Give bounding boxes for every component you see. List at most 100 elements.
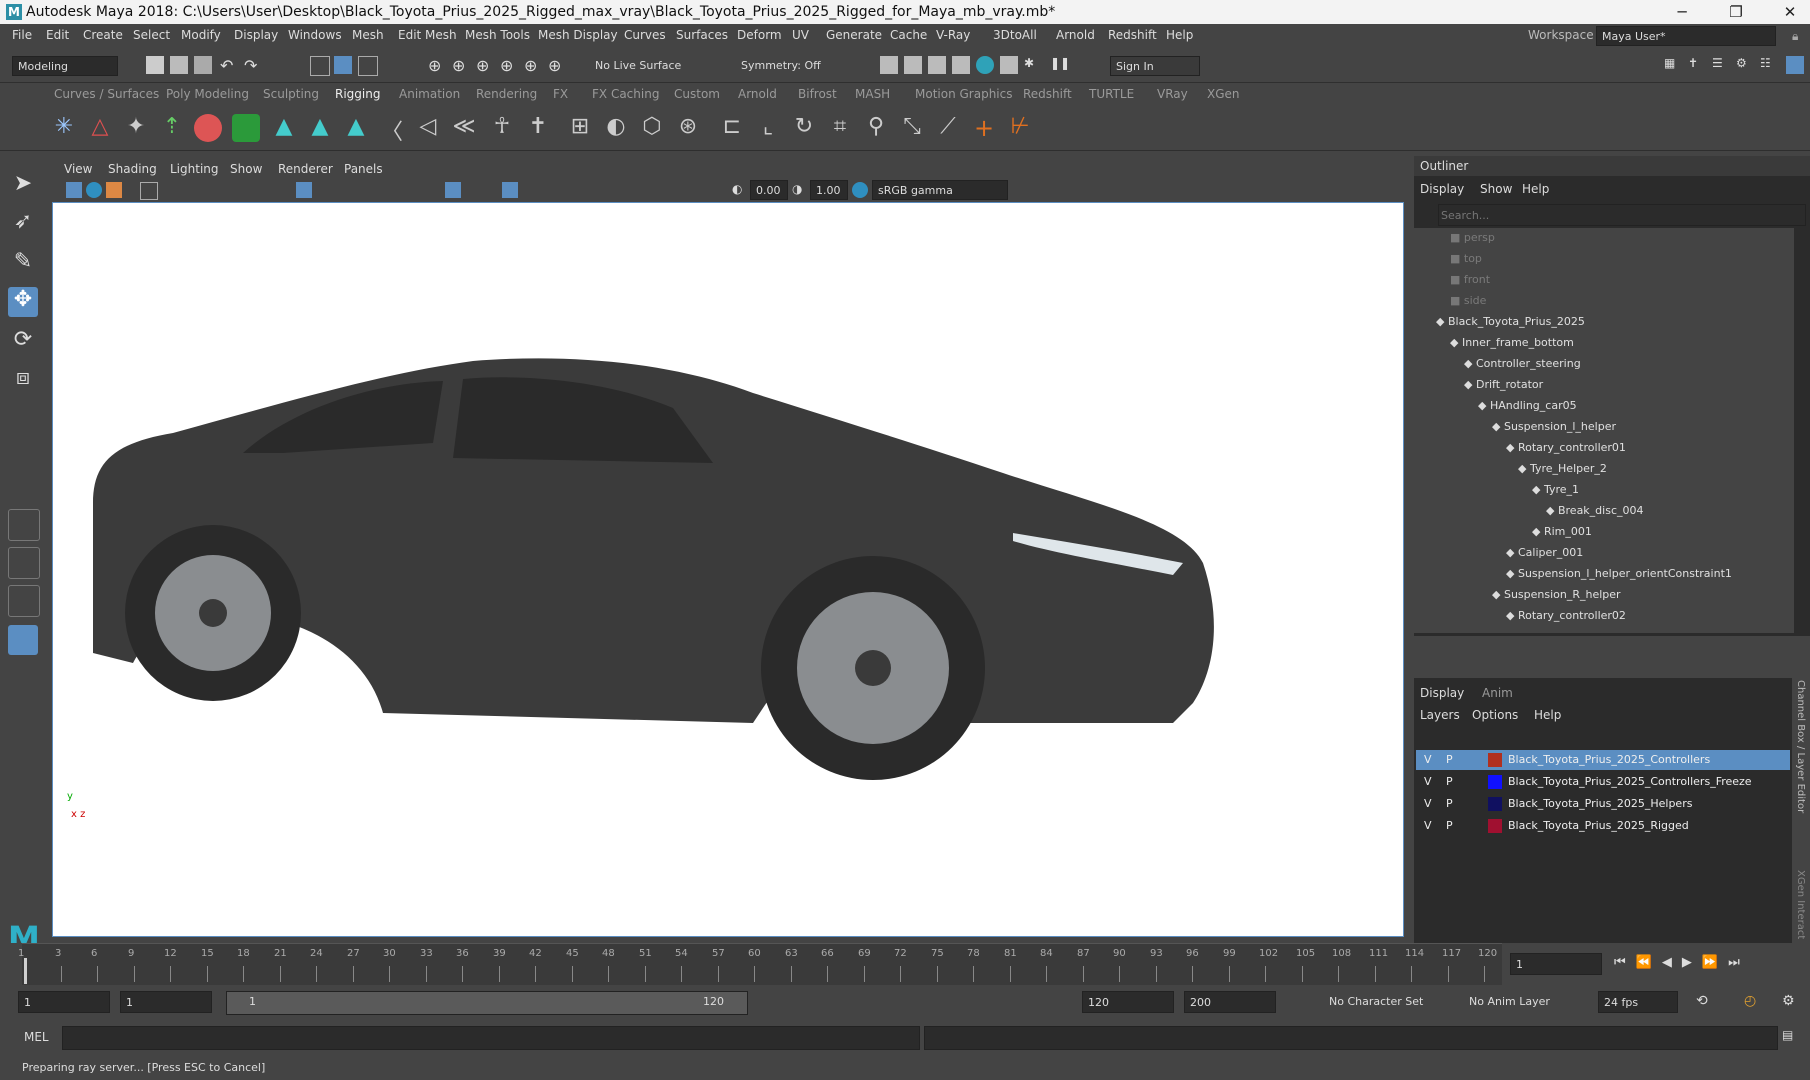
menu-mesh-display[interactable]: Mesh Display xyxy=(538,28,618,42)
outliner-item[interactable]: ◆ Caliper_001 xyxy=(1506,543,1583,563)
shelf-tab-xgen[interactable]: XGen xyxy=(1207,87,1240,101)
open-scene-icon[interactable] xyxy=(170,56,188,74)
outliner-item[interactable]: ◆ Tyre_Helper_2 xyxy=(1518,459,1607,479)
layer-editor-icon[interactable] xyxy=(1786,56,1804,74)
move-tool-icon[interactable]: ✥ xyxy=(8,287,38,317)
select-component-icon[interactable] xyxy=(358,56,378,76)
mode-select[interactable]: Modeling xyxy=(12,56,118,76)
menu-edit-mesh[interactable]: Edit Mesh xyxy=(398,28,457,42)
menu-help[interactable]: Help xyxy=(1166,28,1193,42)
layer-tab-display[interactable]: Display xyxy=(1420,686,1464,700)
persp-outliner-layout-icon[interactable] xyxy=(8,585,40,617)
rotate-tool-icon[interactable]: ⟳ xyxy=(8,327,38,357)
bind-skin-icon[interactable]: ✦ xyxy=(122,114,150,142)
outliner-layout-icon[interactable] xyxy=(8,625,38,655)
shelf-tab-mash[interactable]: MASH xyxy=(855,87,890,101)
sign-in-button[interactable]: Sign In xyxy=(1110,56,1200,76)
color-management-icon[interactable] xyxy=(852,182,868,198)
fps-select[interactable]: 24 fps xyxy=(1598,991,1678,1013)
script-editor-icon[interactable]: ▤ xyxy=(1782,1028,1793,1042)
loop-icon[interactable]: ⟲ xyxy=(1696,993,1708,1009)
outliner-item[interactable]: ■ top xyxy=(1450,249,1482,269)
lattice-icon[interactable]: ▲ xyxy=(306,114,334,142)
layer-menu-help[interactable]: Help xyxy=(1534,708,1561,722)
vp-menu-view[interactable]: View xyxy=(64,162,92,176)
menu-modify[interactable]: Modify xyxy=(181,28,221,42)
menu-surfaces[interactable]: Surfaces xyxy=(676,28,728,42)
shelf-tab-bifrost[interactable]: Bifrost xyxy=(798,87,837,101)
undo-icon[interactable]: ↶ xyxy=(220,56,238,75)
menu-display[interactable]: Display xyxy=(234,28,278,42)
snap-curve-icon[interactable]: ⊕ xyxy=(452,56,470,75)
restore-button[interactable]: ❐ xyxy=(1716,2,1756,22)
shelf-tab-vray[interactable]: VRay xyxy=(1157,87,1188,101)
scene-start-field[interactable]: 1 xyxy=(18,991,110,1013)
menu-cache[interactable]: Cache xyxy=(890,28,927,42)
layer-row[interactable]: V P Black_Toyota_Prius_2025_Helpers xyxy=(1416,794,1790,814)
menu-vray[interactable]: V-Ray xyxy=(936,28,970,42)
smooth-shade-icon[interactable] xyxy=(445,182,461,198)
menu-create[interactable]: Create xyxy=(83,28,123,42)
sculpt-deformer-icon[interactable]: ◐ xyxy=(602,114,630,142)
layer-visibility-toggle[interactable]: V xyxy=(1424,794,1432,814)
playback-start-field[interactable]: 1 xyxy=(120,991,212,1013)
shelf-tab-fx-caching[interactable]: FX Caching xyxy=(592,87,659,101)
exposure-field[interactable]: 0.00 xyxy=(750,180,788,200)
save-scene-icon[interactable] xyxy=(194,56,212,74)
camera-attributes-icon[interactable] xyxy=(86,182,102,198)
render-frame-icon[interactable] xyxy=(880,56,898,74)
shelf-tab-animation[interactable]: Animation xyxy=(399,87,460,101)
symmetry-select[interactable]: Symmetry: Off xyxy=(736,56,836,76)
outliner-item[interactable]: ◆ Rotary_controller02 xyxy=(1506,606,1626,626)
curve-tool-icon[interactable]: ⊏ xyxy=(718,114,746,142)
select-hierarchy-icon[interactable] xyxy=(310,56,330,76)
color-space-select[interactable]: sRGB gamma xyxy=(872,180,1008,200)
single-perspective-layout-icon[interactable] xyxy=(8,509,40,541)
snap-pivot-icon[interactable]: ⊕ xyxy=(548,56,566,75)
lasso-tool-icon[interactable]: ➶ xyxy=(8,209,38,239)
new-scene-icon[interactable] xyxy=(146,56,164,74)
layer-row[interactable]: V P Black_Toyota_Prius_2025_Controllers_Fr… xyxy=(1416,772,1790,792)
humanik-icon[interactable]: ☥ xyxy=(488,114,516,142)
menu-redshift[interactable]: Redshift xyxy=(1108,28,1157,42)
ipr-render-icon[interactable] xyxy=(928,56,946,74)
outliner-item[interactable]: ◆ HAndling_car05 xyxy=(1478,396,1577,416)
shelf-tab-redshift[interactable]: Redshift xyxy=(1023,87,1072,101)
vp-menu-panels[interactable]: Panels xyxy=(344,162,383,176)
select-object-icon[interactable] xyxy=(334,56,352,74)
channel-box-icon[interactable]: ☷ xyxy=(1760,56,1778,74)
outliner-item[interactable]: ◆ Rim_001 xyxy=(1532,522,1592,542)
outliner-menu-show[interactable]: Show xyxy=(1480,182,1512,196)
current-frame-field[interactable]: 1 xyxy=(1510,953,1602,975)
wrap-icon[interactable]: ▲ xyxy=(342,114,370,142)
lock-icon[interactable]: 🔒︎ xyxy=(1792,29,1798,44)
shelf-tab-arnold[interactable]: Arnold xyxy=(738,87,777,101)
ik-handle-icon[interactable]: △ xyxy=(86,114,114,142)
vp-menu-show[interactable]: Show xyxy=(230,162,262,176)
menu-edit[interactable]: Edit xyxy=(46,28,69,42)
anim-layer-select[interactable]: No Anim Layer xyxy=(1464,991,1574,1013)
vp-menu-lighting[interactable]: Lighting xyxy=(170,162,219,176)
menu-deform[interactable]: Deform xyxy=(737,28,782,42)
insert-joint-icon[interactable]: ⊬ xyxy=(1006,114,1034,142)
playback-controls[interactable]: ⏮⏪◀▶⏩⏭ xyxy=(1614,955,1750,970)
menu-generate[interactable]: Generate xyxy=(826,28,882,42)
scene-end-field[interactable]: 200 xyxy=(1184,991,1276,1013)
render-sequence-icon[interactable] xyxy=(904,56,922,74)
snap-point-icon[interactable]: ⊕ xyxy=(476,56,494,75)
menu-curves[interactable]: Curves xyxy=(624,28,666,42)
vp-menu-renderer[interactable]: Renderer xyxy=(278,162,333,176)
layer-color-swatch[interactable] xyxy=(1488,797,1502,811)
shelf-tab-fx[interactable]: FX xyxy=(553,87,568,101)
orient-constraint-icon[interactable]: ◁ xyxy=(414,114,442,142)
nonlinear-icon[interactable]: ⌗ xyxy=(826,114,854,142)
outliner-item[interactable]: ■ front xyxy=(1450,270,1490,290)
menu-file[interactable]: File xyxy=(12,28,32,42)
outliner-item[interactable]: ◆ Drift_rotator xyxy=(1464,375,1543,395)
layer-playback-toggle[interactable]: P xyxy=(1446,816,1453,836)
modeling-toolkit-icon[interactable]: ▦ xyxy=(1664,56,1682,74)
add-joint-icon[interactable]: + xyxy=(970,114,998,142)
layer-playback-toggle[interactable]: P xyxy=(1446,750,1453,770)
character-set-select[interactable]: No Character Set xyxy=(1324,991,1442,1013)
layer-color-swatch[interactable] xyxy=(1488,753,1502,767)
